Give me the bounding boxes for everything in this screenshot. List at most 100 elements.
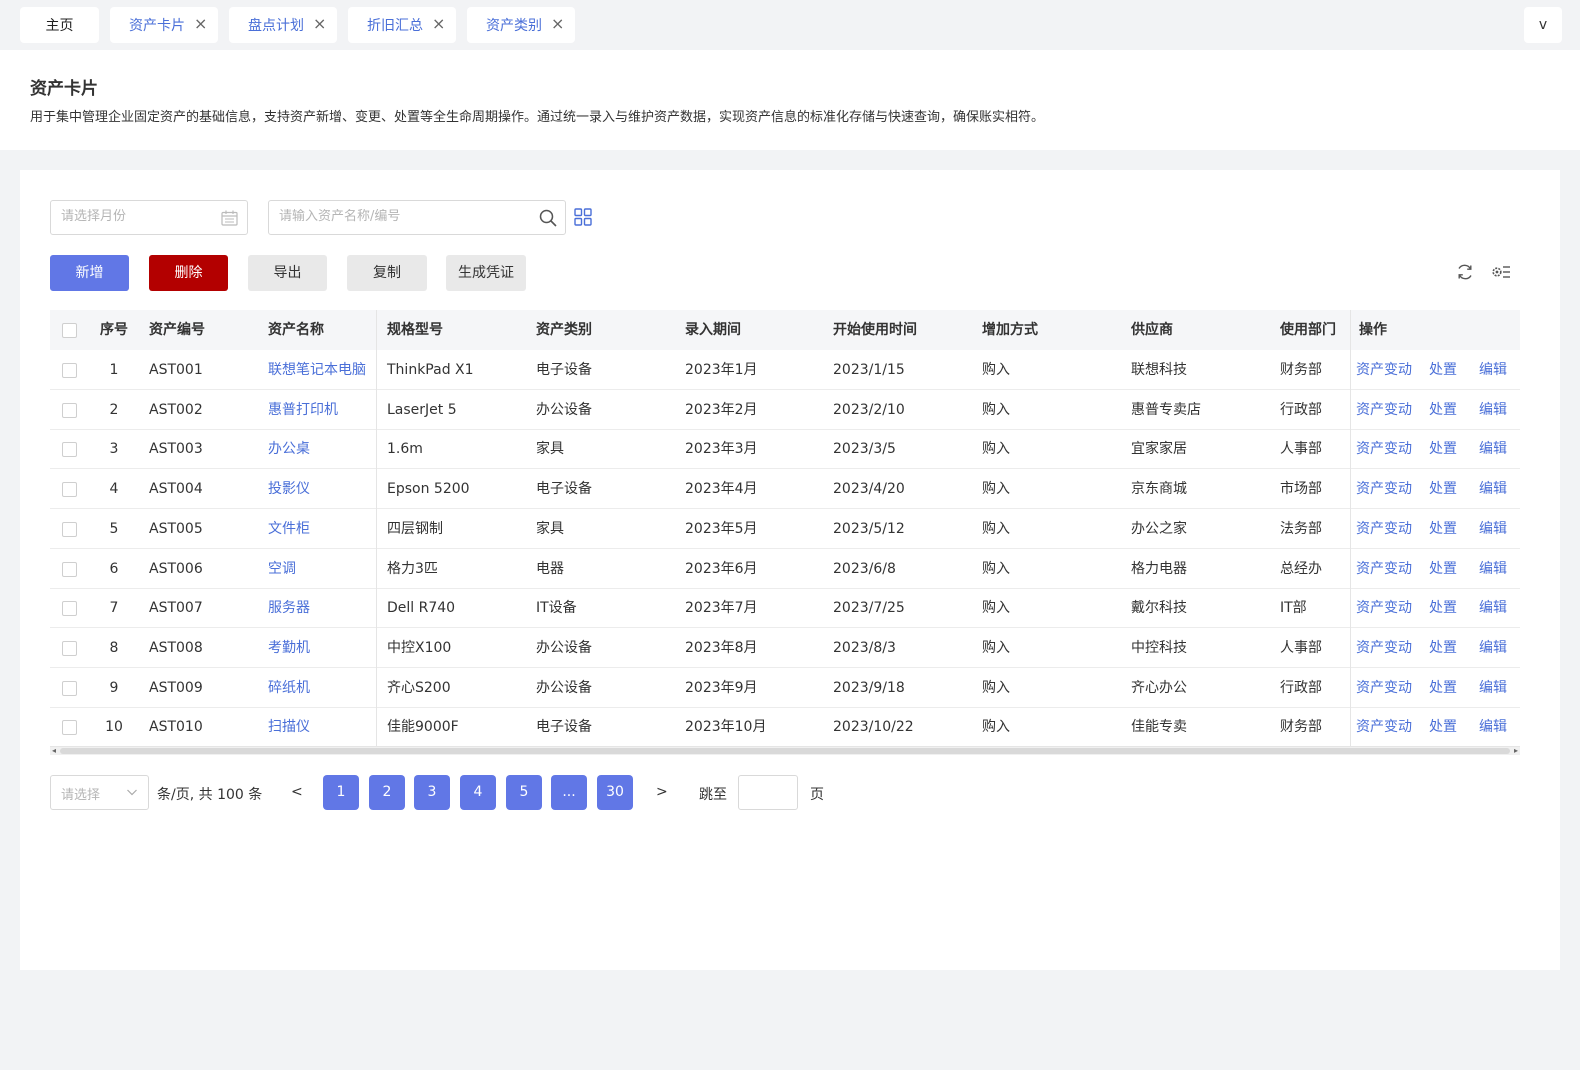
row-checkbox[interactable]: [62, 720, 77, 736]
table-row[interactable]: 4 AST004 投影仪 Epson 5200 电子设备 2023年4月 2023/4/20…: [50, 469, 1520, 510]
scrollbar-thumb[interactable]: [60, 748, 1510, 754]
month-picker[interactable]: [50, 200, 248, 235]
asset-change-link[interactable]: 资产变动: [1356, 668, 1412, 708]
row-checkbox[interactable]: [62, 680, 77, 696]
page-ellipsis-button[interactable]: ...: [551, 775, 587, 810]
dispose-link[interactable]: 处置: [1429, 509, 1457, 549]
page-button-5[interactable]: 5: [506, 775, 542, 810]
cell-asset-name[interactable]: 服务器: [268, 588, 310, 628]
edit-link[interactable]: 编辑: [1479, 628, 1507, 668]
edit-link[interactable]: 编辑: [1479, 469, 1507, 509]
prev-page-button[interactable]: <: [291, 784, 303, 800]
next-page-button[interactable]: >: [656, 784, 668, 800]
tab-more-button[interactable]: v: [1524, 7, 1562, 43]
table-row[interactable]: 2 AST002 惠普打印机 LaserJet 5 办公设备 2023年2月 2023/2/…: [50, 390, 1520, 430]
page-button-2[interactable]: 2: [369, 775, 405, 810]
asset-change-link[interactable]: 资产变动: [1356, 469, 1412, 509]
search-input[interactable]: [279, 209, 519, 224]
close-icon[interactable]: ×: [313, 16, 327, 32]
asset-change-link[interactable]: 资产变动: [1356, 390, 1412, 430]
dispose-link[interactable]: 处置: [1429, 588, 1457, 628]
asset-change-link[interactable]: 资产变动: [1356, 350, 1412, 390]
cell-asset-name[interactable]: 投影仪: [268, 469, 310, 509]
table-row[interactable]: 10 AST010 扫描仪 佳能9000F 电子设备 2023年10月 2023/10/22…: [50, 707, 1520, 748]
row-checkbox[interactable]: [62, 482, 77, 498]
edit-link[interactable]: 编辑: [1479, 668, 1507, 708]
table-row[interactable]: 3 AST003 办公桌 1.6m 家具 2023年3月 2023/3/5 购入 宜家家居 人事部…: [50, 429, 1520, 470]
edit-link[interactable]: 编辑: [1479, 509, 1507, 549]
grid-view-icon[interactable]: [574, 208, 592, 226]
table-row[interactable]: 9 AST009 碎纸机 齐心S200 办公设备 2023年9月 2023/9/18 购入 齐心…: [50, 668, 1520, 708]
dispose-link[interactable]: 处置: [1429, 668, 1457, 708]
table-row[interactable]: 1 AST001 联想笔记本电脑 ThinkPad X1 电子设备 2023年1月 2023…: [50, 350, 1520, 390]
row-checkbox[interactable]: [62, 521, 77, 537]
month-input[interactable]: [61, 209, 211, 224]
refresh-icon[interactable]: [1456, 263, 1474, 281]
asset-change-link[interactable]: 资产变动: [1356, 707, 1412, 747]
tab-inventory-plan[interactable]: 盘点计划 ×: [229, 7, 337, 43]
edit-link[interactable]: 编辑: [1479, 390, 1507, 430]
asset-change-link[interactable]: 资产变动: [1356, 429, 1412, 469]
page-button-3[interactable]: 3: [414, 775, 450, 810]
row-checkbox[interactable]: [62, 442, 77, 458]
add-button[interactable]: 新增: [50, 255, 129, 291]
close-icon[interactable]: ×: [432, 16, 446, 32]
scroll-right-icon[interactable]: ▸: [1514, 747, 1518, 755]
edit-link[interactable]: 编辑: [1479, 350, 1507, 390]
delete-button[interactable]: 删除: [149, 255, 228, 291]
column-settings-icon[interactable]: [1491, 263, 1511, 281]
dispose-link[interactable]: 处置: [1429, 350, 1457, 390]
cell-asset-name[interactable]: 联想笔记本电脑: [268, 350, 366, 390]
row-checkbox[interactable]: [62, 601, 77, 617]
page-size-select[interactable]: 请选择: [50, 775, 149, 810]
tab-depreciation-summary[interactable]: 折旧汇总 ×: [348, 7, 456, 43]
tab-home[interactable]: 主页: [20, 7, 99, 43]
dispose-link[interactable]: 处置: [1429, 549, 1457, 589]
table-row[interactable]: 7 AST007 服务器 Dell R740 IT设备 2023年7月 2023/7/25 购…: [50, 588, 1520, 629]
asset-change-link[interactable]: 资产变动: [1356, 549, 1412, 589]
dispose-link[interactable]: 处置: [1429, 390, 1457, 430]
page-button-4[interactable]: 4: [460, 775, 496, 810]
select-all-checkbox[interactable]: [62, 323, 77, 338]
horizontal-scrollbar[interactable]: ◂ ▸: [50, 746, 1520, 755]
search-box[interactable]: [268, 200, 566, 235]
dispose-link[interactable]: 处置: [1429, 429, 1457, 469]
row-checkbox[interactable]: [62, 640, 77, 656]
tab-asset-category[interactable]: 资产类别 ×: [467, 7, 575, 43]
cell-asset-name[interactable]: 空调: [268, 549, 296, 589]
row-checkbox[interactable]: [62, 561, 77, 577]
export-button[interactable]: 导出: [248, 255, 327, 291]
page-button-1[interactable]: 1: [323, 775, 359, 810]
edit-link[interactable]: 编辑: [1479, 588, 1507, 628]
cell-asset-name[interactable]: 扫描仪: [268, 707, 310, 747]
dispose-link[interactable]: 处置: [1429, 469, 1457, 509]
close-icon[interactable]: ×: [551, 16, 565, 32]
jump-page-input[interactable]: [738, 775, 798, 810]
row-checkbox[interactable]: [62, 363, 77, 378]
cell-add-method: 购入: [982, 600, 1010, 617]
search-icon[interactable]: [539, 209, 557, 227]
table-row[interactable]: 6 AST006 空调 格力3匹 电器 2023年6月 2023/6/8 购入 格力电器 总经办 资…: [50, 549, 1520, 589]
asset-change-link[interactable]: 资产变动: [1356, 509, 1412, 549]
dispose-link[interactable]: 处置: [1429, 707, 1457, 747]
edit-link[interactable]: 编辑: [1479, 429, 1507, 469]
close-icon[interactable]: ×: [194, 16, 208, 32]
cell-asset-name[interactable]: 文件柜: [268, 509, 310, 549]
row-checkbox[interactable]: [62, 402, 77, 418]
cell-asset-name[interactable]: 惠普打印机: [268, 390, 338, 430]
asset-change-link[interactable]: 资产变动: [1356, 588, 1412, 628]
cell-asset-name[interactable]: 考勤机: [268, 628, 310, 668]
dispose-link[interactable]: 处置: [1429, 628, 1457, 668]
copy-button[interactable]: 复制: [347, 255, 427, 291]
table-row[interactable]: 8 AST008 考勤机 中控X100 办公设备 2023年8月 2023/8/3 购入 中控科…: [50, 628, 1520, 668]
scroll-left-icon[interactable]: ◂: [52, 747, 56, 755]
edit-link[interactable]: 编辑: [1479, 549, 1507, 589]
tab-asset-card[interactable]: 资产卡片 ×: [110, 7, 218, 43]
asset-change-link[interactable]: 资产变动: [1356, 628, 1412, 668]
page-button-last[interactable]: 30: [597, 775, 633, 810]
cell-asset-name[interactable]: 办公桌: [268, 429, 310, 469]
cell-asset-name[interactable]: 碎纸机: [268, 668, 310, 708]
generate-voucher-button[interactable]: 生成凭证: [446, 255, 526, 291]
edit-link[interactable]: 编辑: [1479, 707, 1507, 747]
table-row[interactable]: 5 AST005 文件柜 四层钢制 家具 2023年5月 2023/5/12 购入 办公之家 法务…: [50, 509, 1520, 549]
